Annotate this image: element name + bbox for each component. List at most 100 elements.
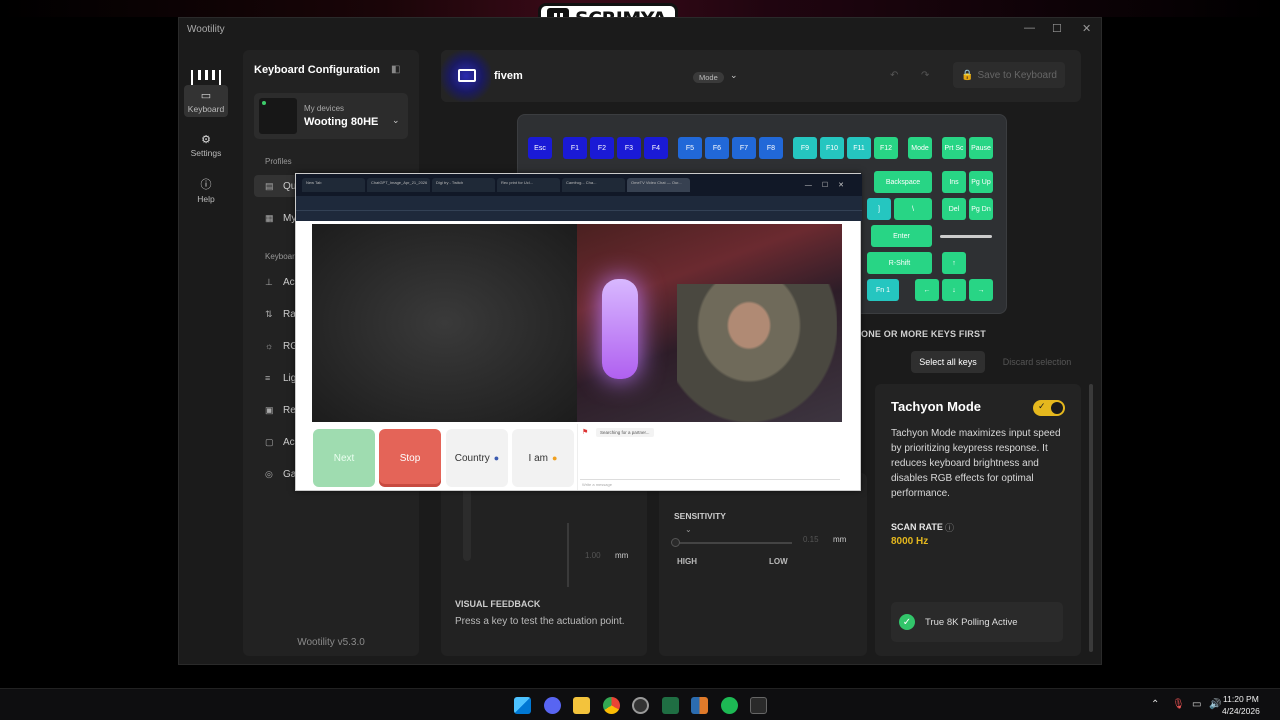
sensitivity-value[interactable]: 0.15 xyxy=(803,535,819,544)
app-icon[interactable] xyxy=(691,697,708,714)
excel-icon[interactable] xyxy=(662,697,679,714)
obs-icon[interactable] xyxy=(632,697,649,714)
device-name: Wooting 80HE xyxy=(304,116,379,128)
key-down[interactable]: ↓ xyxy=(942,279,966,301)
maximize-icon[interactable]: ☐ xyxy=(1052,22,1062,35)
network-icon[interactable]: ▭ xyxy=(1192,699,1201,710)
sensitivity-high-label: HIGH xyxy=(677,557,697,566)
remap-icon: ▣ xyxy=(265,404,274,415)
key-rshift[interactable]: R-Shift xyxy=(867,252,932,274)
undo-icon[interactable]: ↶ xyxy=(890,70,898,81)
actuation-panel: 1.00 mm VISUAL FEEDBACK Press a key to t… xyxy=(441,473,647,656)
select-all-keys-button[interactable]: Select all keys xyxy=(911,351,985,373)
info-icon[interactable]: ⓘ xyxy=(945,521,954,534)
key-f1[interactable]: F1 xyxy=(563,137,587,159)
tachyon-description: Tachyon Mode maximizes input speed by pr… xyxy=(891,428,1061,499)
discord-icon[interactable] xyxy=(544,697,561,714)
address-bar[interactable] xyxy=(296,196,862,210)
key-f11[interactable]: F11 xyxy=(847,137,871,159)
browser-tab[interactable]: Camfrog... Cha... xyxy=(562,178,625,192)
iam-label: I am xyxy=(528,452,548,464)
chrome-icon[interactable] xyxy=(603,697,620,714)
file-explorer-icon[interactable] xyxy=(573,697,590,714)
key-f5[interactable]: F5 xyxy=(678,137,702,159)
key-f10[interactable]: F10 xyxy=(820,137,844,159)
partner-video-feed xyxy=(312,224,577,422)
key-ins[interactable]: Ins xyxy=(942,171,966,193)
save-to-keyboard-button[interactable]: 🔒 Save to Keyboard xyxy=(953,62,1065,88)
key-mode[interactable]: Mode xyxy=(908,137,932,159)
visual-feedback-title: VISUAL FEEDBACK xyxy=(455,599,541,609)
key-left[interactable]: ← xyxy=(915,279,939,301)
key-f7[interactable]: F7 xyxy=(732,137,756,159)
discard-selection-button[interactable]: Discard selection xyxy=(994,351,1080,373)
polling-text: True 8K Polling Active xyxy=(925,616,1018,628)
key-pause[interactable]: Pause xyxy=(969,137,993,159)
browser-tab[interactable]: Rec print for Ucl... xyxy=(497,178,560,192)
actuation-slider[interactable] xyxy=(567,523,569,587)
sensitivity-slider[interactable] xyxy=(674,542,792,544)
stop-button[interactable]: Stop xyxy=(379,429,441,487)
key-backspace[interactable]: Backspace xyxy=(874,171,932,193)
video-chat-browser-window: New Tab ChatGPT_Image_Apr_21_2026 Digi t… xyxy=(295,173,862,491)
key-bracket[interactable]: ] xyxy=(867,198,891,220)
country-button[interactable]: Country ● xyxy=(446,429,508,487)
sensitivity-slider-thumb[interactable] xyxy=(671,538,680,547)
key-f2[interactable]: F2 xyxy=(590,137,614,159)
browser-tab[interactable]: ChatGPT_Image_Apr_21_2026 xyxy=(367,178,430,192)
checkmark-icon: ✓ xyxy=(899,614,915,630)
key-enter[interactable]: Enter xyxy=(871,225,932,247)
next-button[interactable]: Next xyxy=(313,429,375,487)
key-f12[interactable]: F12 xyxy=(874,137,898,159)
profile-icon: ▦ xyxy=(265,212,274,223)
actuation-value[interactable]: 1.00 xyxy=(585,551,601,560)
volume-icon[interactable]: 🔊 xyxy=(1209,699,1221,710)
advanced-icon: ▢ xyxy=(265,436,274,447)
tachyon-title: Tachyon Mode xyxy=(891,399,982,414)
browser-tab[interactable]: New Tab xyxy=(302,178,365,192)
key-f3[interactable]: F3 xyxy=(617,137,641,159)
redo-icon[interactable]: ↷ xyxy=(921,70,929,81)
menu-label: Re xyxy=(283,404,296,416)
wootility-taskbar-icon[interactable] xyxy=(750,697,767,714)
report-icon[interactable]: ⚑ xyxy=(582,428,588,436)
windows-taskbar: ⌃ 🎙 ▭ 🔊 11:20 PM 4/24/2026 xyxy=(0,688,1280,720)
microphone-icon[interactable]: 🎙 xyxy=(1172,699,1185,710)
key-esc[interactable]: Esc xyxy=(528,137,552,159)
key-backslash[interactable]: \ xyxy=(894,198,932,220)
key-f4[interactable]: F4 xyxy=(644,137,668,159)
minimize-icon[interactable]: — xyxy=(1024,22,1035,34)
windows-start-icon[interactable] xyxy=(514,697,531,714)
chevron-down-icon: ⌄ xyxy=(392,115,400,125)
window-controls-icon[interactable]: —☐✕ xyxy=(805,181,854,189)
key-f9[interactable]: F9 xyxy=(793,137,817,159)
scrollbar[interactable] xyxy=(1089,384,1093,652)
tray-chevron-icon[interactable]: ⌃ xyxy=(1151,699,1159,710)
chat-input[interactable]: Write a message xyxy=(580,479,840,488)
browser-tab-active[interactable]: OmeTV Video Chat — Our... xyxy=(627,178,690,192)
lamp-image xyxy=(602,279,638,379)
key-f6[interactable]: F6 xyxy=(705,137,729,159)
key-pgup[interactable]: Pg Up xyxy=(969,171,993,193)
key-f8[interactable]: F8 xyxy=(759,137,783,159)
collapse-panel-icon[interactable]: ◧ xyxy=(391,64,400,75)
browser-tab[interactable]: Digi try - Twitch xyxy=(432,178,495,192)
key-right[interactable]: → xyxy=(969,279,993,301)
mode-selector[interactable]: Mode xyxy=(693,72,724,83)
tachyon-toggle[interactable]: ✓ xyxy=(1033,400,1065,416)
key-del[interactable]: Del xyxy=(942,198,966,220)
rapid-trigger-icon: ⇅ xyxy=(265,308,273,319)
key-up[interactable]: ↑ xyxy=(942,252,966,274)
device-selector[interactable]: My devices Wooting 80HE ⌄ xyxy=(254,93,408,139)
key-prtsc[interactable]: Prt Sc xyxy=(942,137,966,159)
taskbar-clock[interactable]: 11:20 PM 4/24/2026 xyxy=(1222,693,1260,717)
gender-button[interactable]: I am ● xyxy=(512,429,574,487)
rail-item-keyboard[interactable]: ▭ Keyboard xyxy=(184,85,228,117)
rail-item-help[interactable]: ⓘ Help xyxy=(184,172,228,204)
close-icon[interactable]: ✕ xyxy=(1082,22,1091,35)
key-pgdn[interactable]: Pg Dn xyxy=(969,198,993,220)
rail-item-settings[interactable]: ⚙ Settings xyxy=(184,129,228,161)
spotify-icon[interactable] xyxy=(721,697,738,714)
key-fn[interactable]: Fn 1 xyxy=(867,279,899,301)
actuation-visual-bar xyxy=(463,483,471,561)
